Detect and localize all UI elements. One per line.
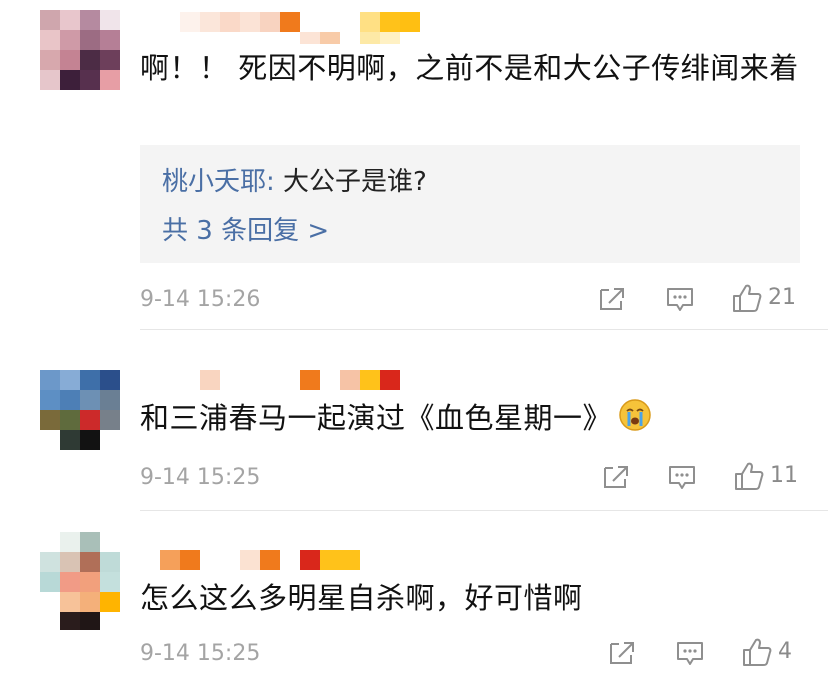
comment-item: 怎么这么多明星自杀啊，好可惜啊 9-14 15:25 4: [0, 510, 828, 689]
like-count: 11: [770, 463, 798, 488]
like-button[interactable]: 21: [732, 283, 796, 313]
comment-icon: [676, 640, 704, 668]
badge-mosaic: [240, 550, 360, 570]
share-icon: [602, 464, 630, 490]
username-mosaic[interactable]: [200, 370, 220, 390]
reply-box[interactable]: 桃小夭耶: 大公子是谁? 共 3 条回复 >: [140, 145, 800, 263]
like-count: 21: [768, 285, 796, 310]
like-button[interactable]: 4: [742, 637, 792, 667]
comment-icon: [666, 286, 694, 314]
timestamp: 9-14 15:26: [140, 287, 261, 312]
avatar[interactable]: [40, 10, 120, 90]
badge-mosaic: [300, 12, 420, 32]
comment-icon: [668, 464, 696, 492]
share-button[interactable]: [602, 464, 630, 490]
reply-separator: :: [266, 167, 284, 197]
comment-item: 啊！！ 死因不明啊，之前不是和大公子传绯闻来着 桃小夭耶: 大公子是谁? 共 3…: [0, 0, 828, 330]
badge-mosaic: [300, 32, 400, 44]
comment-text: 啊！！ 死因不明啊，之前不是和大公子传绯闻来着: [140, 51, 799, 85]
comment-button[interactable]: [666, 286, 694, 314]
avatar[interactable]: [40, 370, 120, 450]
share-button[interactable]: [598, 286, 626, 312]
share-button[interactable]: [608, 640, 636, 666]
badge-mosaic: [300, 370, 400, 390]
reply-username[interactable]: 桃小夭耶: [162, 167, 266, 197]
comment-text: 和三浦春马一起演过《血色星期一》: [140, 396, 800, 440]
comment-text: 怎么这么多明星自杀啊，好可惜啊: [140, 581, 583, 615]
username-mosaic[interactable]: [180, 12, 300, 32]
avatar-bottom: [60, 612, 100, 630]
avatar[interactable]: [40, 532, 120, 612]
more-replies-link[interactable]: 共 3 条回复 >: [162, 214, 329, 248]
comment-text-content: 和三浦春马一起演过《血色星期一》: [140, 401, 613, 435]
share-icon: [598, 286, 626, 312]
crying-face-icon: [618, 398, 652, 432]
timestamp: 9-14 15:25: [140, 465, 261, 490]
comment-button[interactable]: [676, 640, 704, 668]
like-icon: [732, 283, 762, 313]
like-icon: [734, 461, 764, 491]
reply-line: 桃小夭耶: 大公子是谁?: [162, 165, 427, 199]
username-mosaic[interactable]: [160, 550, 200, 570]
like-button[interactable]: 11: [734, 461, 798, 491]
like-count: 4: [778, 639, 792, 664]
comment-item: 和三浦春马一起演过《血色星期一》 9-14 15:25 11: [0, 330, 828, 511]
share-icon: [608, 640, 636, 666]
reply-text: 大公子是谁?: [283, 167, 427, 197]
timestamp: 9-14 15:25: [140, 641, 261, 666]
like-icon: [742, 637, 772, 667]
comment-button[interactable]: [668, 464, 696, 492]
